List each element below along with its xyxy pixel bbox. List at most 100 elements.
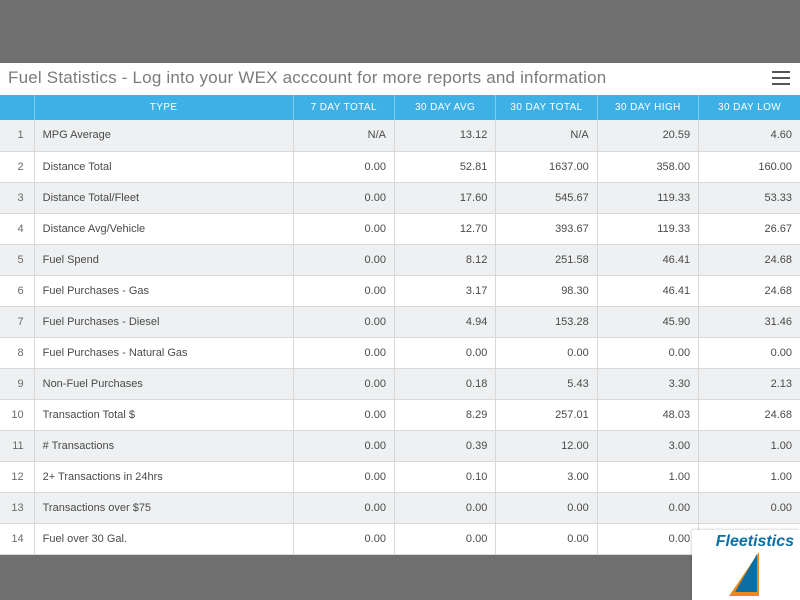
row-index: 2 [0, 151, 34, 182]
table-row[interactable]: 1MPG AverageN/A13.12N/A20.594.60 [0, 120, 800, 151]
row-type: Fuel Purchases - Natural Gas [34, 337, 293, 368]
row-30total: 0.00 [496, 337, 597, 368]
row-30avg: 0.10 [394, 461, 495, 492]
col-30hi[interactable]: 30 DAY HIGH [597, 95, 698, 120]
row-30high: 20.59 [597, 120, 698, 151]
table-row[interactable]: 4Distance Avg/Vehicle0.0012.70393.67119.… [0, 213, 800, 244]
row-30low: 2.13 [699, 368, 800, 399]
row-30total: 393.67 [496, 213, 597, 244]
row-index: 5 [0, 244, 34, 275]
row-type: Transactions over $75 [34, 492, 293, 523]
row-30high: 358.00 [597, 151, 698, 182]
row-index: 8 [0, 337, 34, 368]
table-row[interactable]: 3Distance Total/Fleet0.0017.60545.67119.… [0, 182, 800, 213]
row-30low: 4.60 [699, 120, 800, 151]
fuel-stats-table: TYPE 7 DAY TOTAL 30 DAY AVG 30 DAY TOTAL… [0, 95, 800, 555]
table-row[interactable]: 5Fuel Spend0.008.12251.5846.4124.68 [0, 244, 800, 275]
row-7day: 0.00 [293, 275, 394, 306]
row-30high: 45.90 [597, 306, 698, 337]
col-type[interactable]: TYPE [34, 95, 293, 120]
row-30total: 153.28 [496, 306, 597, 337]
row-30avg: 4.94 [394, 306, 495, 337]
row-30total: 545.67 [496, 182, 597, 213]
row-index: 13 [0, 492, 34, 523]
row-30total: 98.30 [496, 275, 597, 306]
table-row[interactable]: 8Fuel Purchases - Natural Gas0.000.000.0… [0, 337, 800, 368]
panel-title: Fuel Statistics - Log into your WEX accc… [8, 68, 606, 88]
row-30low: 24.68 [699, 399, 800, 430]
row-30avg: 8.12 [394, 244, 495, 275]
row-type: Fuel over 30 Gal. [34, 523, 293, 554]
row-30high: 3.30 [597, 368, 698, 399]
col-7day[interactable]: 7 DAY TOTAL [293, 95, 394, 120]
row-7day: 0.00 [293, 368, 394, 399]
row-30low: 24.68 [699, 275, 800, 306]
row-7day: 0.00 [293, 399, 394, 430]
row-index: 6 [0, 275, 34, 306]
row-30total: 251.58 [496, 244, 597, 275]
row-30avg: 8.29 [394, 399, 495, 430]
table-row[interactable]: 11# Transactions0.000.3912.003.001.00 [0, 430, 800, 461]
row-type: Fuel Purchases - Gas [34, 275, 293, 306]
col-30avg[interactable]: 30 DAY AVG [394, 95, 495, 120]
row-30total: 12.00 [496, 430, 597, 461]
row-index: 11 [0, 430, 34, 461]
logo-text: Fleetistics [698, 534, 794, 550]
row-30total: 0.00 [496, 523, 597, 554]
row-30total: 5.43 [496, 368, 597, 399]
panel-menu-icon[interactable] [772, 71, 790, 85]
row-30low: 0.00 [699, 492, 800, 523]
row-7day: 0.00 [293, 213, 394, 244]
col-30lo[interactable]: 30 DAY LOW [699, 95, 800, 120]
fleetistics-logo: Fleetistics [692, 530, 800, 600]
row-type: Fuel Purchases - Diesel [34, 306, 293, 337]
row-type: Transaction Total $ [34, 399, 293, 430]
row-30total: 1637.00 [496, 151, 597, 182]
row-30high: 119.33 [597, 182, 698, 213]
row-7day: 0.00 [293, 337, 394, 368]
col-30tot[interactable]: 30 DAY TOTAL [496, 95, 597, 120]
row-7day: 0.00 [293, 151, 394, 182]
row-index: 9 [0, 368, 34, 399]
row-30low: 53.33 [699, 182, 800, 213]
row-30high: 3.00 [597, 430, 698, 461]
logo-mark-icon [729, 552, 763, 598]
row-30total: 3.00 [496, 461, 597, 492]
row-30low: 160.00 [699, 151, 800, 182]
table-row[interactable]: 2Distance Total0.0052.811637.00358.00160… [0, 151, 800, 182]
row-index: 4 [0, 213, 34, 244]
table-row[interactable]: 9Non-Fuel Purchases0.000.185.433.302.13 [0, 368, 800, 399]
row-30high: 48.03 [597, 399, 698, 430]
row-7day: N/A [293, 120, 394, 151]
row-30avg: 12.70 [394, 213, 495, 244]
row-7day: 0.00 [293, 244, 394, 275]
row-30avg: 52.81 [394, 151, 495, 182]
row-30low: 31.46 [699, 306, 800, 337]
row-7day: 0.00 [293, 306, 394, 337]
row-30avg: 3.17 [394, 275, 495, 306]
table-row[interactable]: 7Fuel Purchases - Diesel0.004.94153.2845… [0, 306, 800, 337]
row-30total: N/A [496, 120, 597, 151]
row-30high: 119.33 [597, 213, 698, 244]
row-type: Distance Avg/Vehicle [34, 213, 293, 244]
row-7day: 0.00 [293, 523, 394, 554]
row-index: 7 [0, 306, 34, 337]
row-type: Fuel Spend [34, 244, 293, 275]
panel-header: Fuel Statistics - Log into your WEX accc… [0, 63, 800, 95]
row-30avg: 0.00 [394, 337, 495, 368]
row-30avg: 0.00 [394, 523, 495, 554]
col-index[interactable] [0, 95, 34, 120]
row-type: Distance Total/Fleet [34, 182, 293, 213]
table-row[interactable]: 14Fuel over 30 Gal.0.000.000.000.000.00 [0, 523, 800, 554]
row-30low: 1.00 [699, 430, 800, 461]
table-row[interactable]: 10Transaction Total $0.008.29257.0148.03… [0, 399, 800, 430]
table-row[interactable]: 122+ Transactions in 24hrs0.000.103.001.… [0, 461, 800, 492]
row-index: 12 [0, 461, 34, 492]
table-row[interactable]: 13Transactions over $750.000.000.000.000… [0, 492, 800, 523]
row-type: 2+ Transactions in 24hrs [34, 461, 293, 492]
row-30avg: 0.39 [394, 430, 495, 461]
table-row[interactable]: 6Fuel Purchases - Gas0.003.1798.3046.412… [0, 275, 800, 306]
row-30high: 0.00 [597, 492, 698, 523]
row-30low: 0.00 [699, 337, 800, 368]
row-30avg: 17.60 [394, 182, 495, 213]
